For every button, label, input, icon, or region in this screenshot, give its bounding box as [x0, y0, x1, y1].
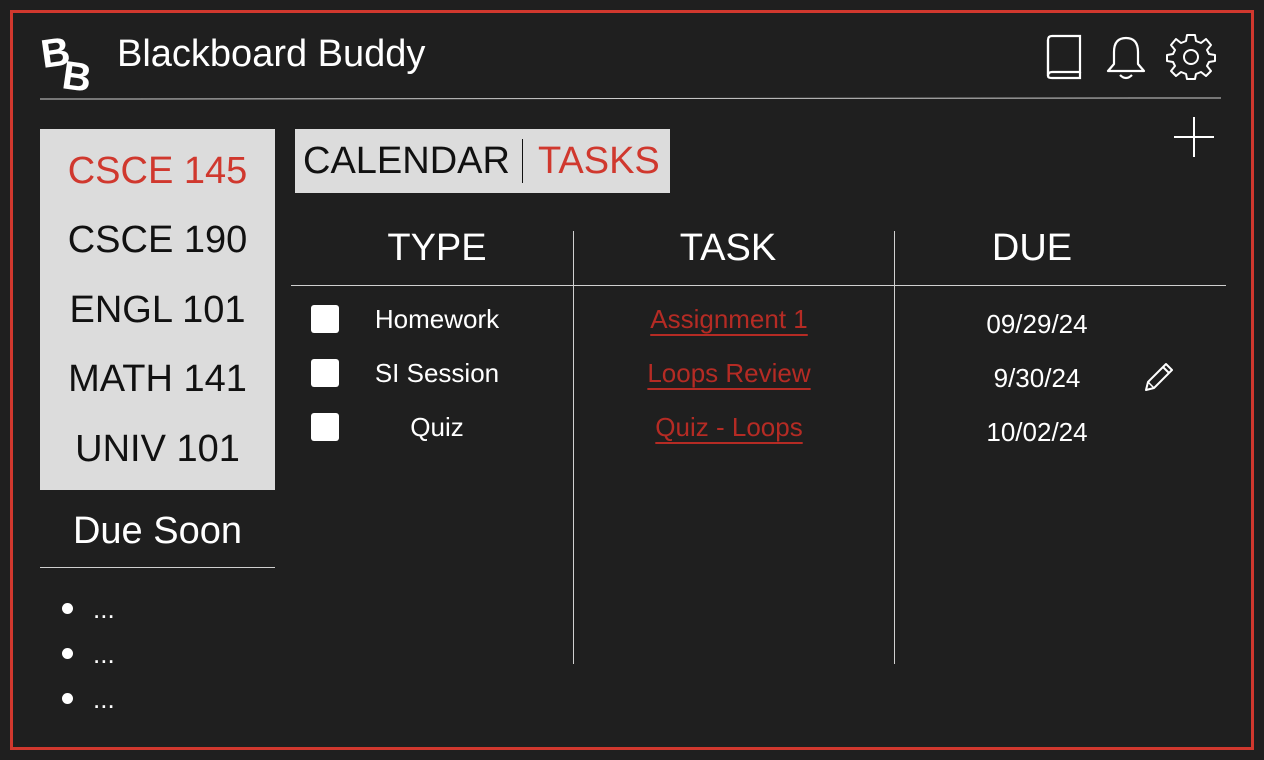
tab-tasks[interactable]: TASKS [538, 140, 660, 183]
app-title: Blackboard Buddy [117, 33, 426, 75]
add-icon[interactable] [1172, 115, 1216, 159]
bullet-icon [62, 647, 73, 659]
task-link[interactable]: Assignment 1 [579, 304, 879, 335]
task-link[interactable]: Quiz - Loops [579, 412, 879, 443]
course-item-csce-145[interactable]: CSCE 145 [40, 150, 275, 193]
task-checkbox[interactable] [311, 305, 339, 333]
course-list: CSCE 145 CSCE 190 ENGL 101 MATH 141 UNIV… [40, 129, 275, 490]
task-due-date: 9/30/24 [993, 363, 1081, 393]
due-soon-divider [40, 567, 275, 568]
tab-calendar[interactable]: CALENDAR [303, 140, 510, 183]
column-header-task: TASK [679, 227, 777, 269]
task-type: Homework [374, 304, 500, 334]
due-soon-item: ... [62, 684, 115, 715]
course-item-csce-190[interactable]: CSCE 190 [40, 219, 275, 262]
column-header-type: TYPE [387, 227, 487, 269]
course-item-engl-101[interactable]: ENGL 101 [40, 289, 275, 332]
tab-divider [522, 139, 523, 183]
column-header-due: DUE [991, 227, 1073, 269]
due-soon-title: Due Soon [72, 510, 242, 552]
course-item-math-141[interactable]: MATH 141 [40, 358, 275, 401]
course-item-univ-101[interactable]: UNIV 101 [40, 428, 275, 471]
task-link[interactable]: Loops Review [579, 358, 879, 389]
bullet-icon [62, 692, 73, 704]
svg-text:B: B [60, 53, 95, 92]
pencil-icon[interactable] [1140, 360, 1176, 396]
view-tabs: CALENDAR TASKS [295, 129, 670, 193]
header-row-divider [291, 285, 1226, 286]
bullet-icon [62, 602, 73, 614]
task-checkbox[interactable] [311, 359, 339, 387]
task-type: SI Session [374, 358, 500, 388]
task-type: Quiz [410, 412, 464, 442]
book-icon[interactable] [1044, 34, 1084, 80]
gear-icon[interactable] [1166, 32, 1216, 82]
task-checkbox[interactable] [311, 413, 339, 441]
column-divider [573, 231, 574, 664]
column-divider [894, 231, 895, 664]
task-due-date: 10/02/24 [986, 417, 1088, 447]
due-soon-item: ... [62, 639, 115, 670]
bell-icon[interactable] [1104, 34, 1148, 82]
due-soon-item: ... [62, 594, 115, 625]
logo: B B [41, 29, 95, 92]
task-due-date: 09/29/24 [986, 309, 1088, 339]
